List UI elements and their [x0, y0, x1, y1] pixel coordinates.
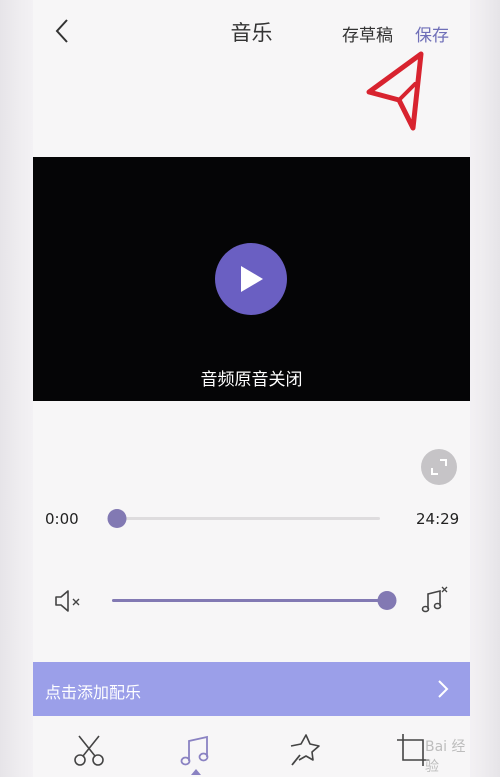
watermark-text: Bai 经验: [425, 739, 466, 775]
volume-slider[interactable]: [112, 591, 397, 610]
scissors-icon[interactable]: [71, 732, 107, 768]
left-side-panel: [0, 0, 36, 777]
playback-progress-slider[interactable]: [107, 509, 380, 528]
video-preview[interactable]: 音频原音关闭: [33, 157, 470, 401]
music-note-icon[interactable]: [178, 732, 214, 768]
page-title: 音乐: [230, 21, 273, 45]
add-music-label: 点击添加配乐: [45, 683, 142, 702]
original-sound-mute-icon[interactable]: [53, 588, 87, 614]
add-music-bar[interactable]: 点击添加配乐: [33, 662, 470, 716]
play-button[interactable]: [215, 243, 287, 315]
expand-icon: [431, 459, 447, 475]
save-draft-button[interactable]: 存草稿: [342, 21, 393, 46]
current-time: 0:00: [45, 510, 79, 528]
total-duration: 24:29: [416, 510, 460, 528]
annotation-arrow-icon: [366, 51, 424, 131]
bottom-tab-bar: [33, 716, 470, 777]
progress-thumb[interactable]: [107, 509, 127, 528]
play-icon: [241, 266, 263, 292]
magic-wand-icon[interactable]: [287, 732, 323, 768]
top-bar: 音乐 存草稿 保存: [33, 0, 470, 131]
selected-tab-indicator: [191, 769, 201, 775]
volume-thumb[interactable]: [377, 591, 397, 610]
right-side-panel: [466, 0, 500, 777]
chevron-right-icon: [438, 680, 449, 698]
volume-fill: [112, 599, 387, 602]
music-editor-screen: 音乐 存草稿 保存 音频原音关闭 0:00 24:29 点击添加配乐 Bai 经…: [33, 0, 470, 777]
music-mute-icon[interactable]: [419, 586, 449, 616]
save-button[interactable]: 保存: [415, 21, 449, 46]
fullscreen-button[interactable]: [421, 449, 457, 485]
original-audio-status: 音频原音关闭: [200, 370, 303, 390]
